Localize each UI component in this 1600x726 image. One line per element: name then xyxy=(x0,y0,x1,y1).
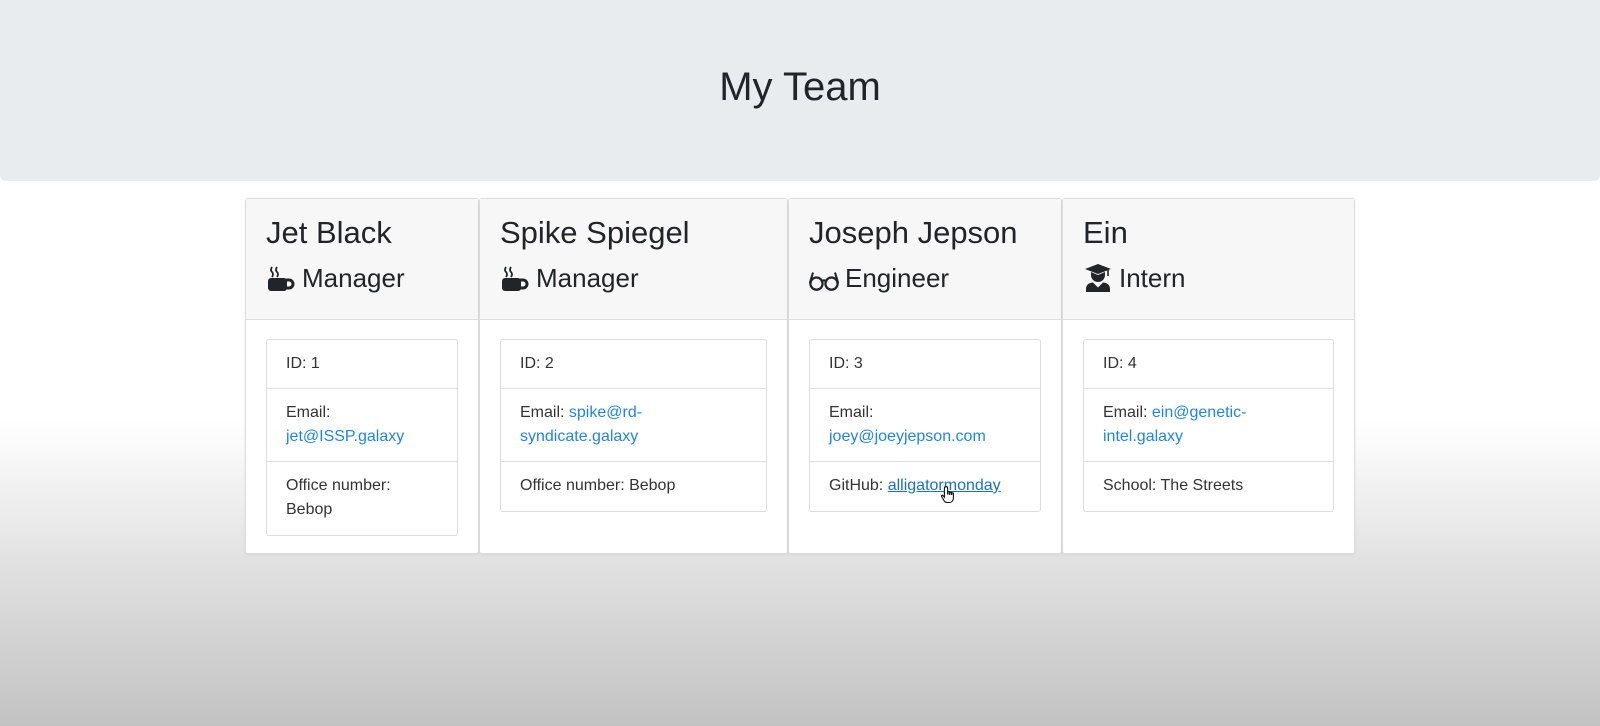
employee-name: Ein xyxy=(1083,215,1128,250)
email-label: Email: xyxy=(286,404,331,421)
employee-card: Spike Spiegel Manager ID: 2 Email: spike… xyxy=(479,198,788,554)
email-item: Email: jet@ISSP.galaxy xyxy=(267,389,457,462)
email-item: Email: joey@joeyjepson.com xyxy=(810,389,1040,462)
email-link[interactable]: jet@ISSP.galaxy xyxy=(286,428,404,445)
role-label: Manager xyxy=(302,263,405,293)
github-label: GitHub: xyxy=(829,477,884,494)
email-link-line2: intel.galaxy xyxy=(1103,428,1184,445)
employee-name: Jet Black xyxy=(266,215,392,250)
card-header: Spike Spiegel Manager xyxy=(480,199,787,320)
email-label: Email: xyxy=(520,404,565,421)
email-label: Email: xyxy=(1103,404,1148,421)
employee-role: Intern xyxy=(1083,260,1186,296)
details-list: ID: 4 Email: ein@genetic-intel.galaxy Sc… xyxy=(1083,339,1334,512)
id-text: ID: 1 xyxy=(286,355,320,372)
role-label: Manager xyxy=(536,263,639,293)
card-header: Joseph Jepson Engineer xyxy=(789,199,1061,320)
school-text: School: The Streets xyxy=(1103,477,1244,494)
role-label: Engineer xyxy=(845,263,950,293)
email-label: Email: xyxy=(829,404,874,421)
employee-role: Engineer xyxy=(809,260,949,296)
id-item: ID: 2 xyxy=(501,340,766,389)
user-graduate-icon xyxy=(1083,263,1113,293)
details-list: ID: 3 Email: joey@joeyjepson.com GitHub:… xyxy=(809,339,1041,512)
mug-hot-icon xyxy=(266,263,296,293)
email-link-line1: spike@rd- xyxy=(568,404,643,421)
employee-card: Jet Black Manager ID: 1 Email: jet@ISSP.… xyxy=(245,198,479,554)
employee-card: Ein Intern ID: 4 Email: ein@genetic-inte… xyxy=(1062,198,1355,554)
github-item: GitHub: alligatormonday xyxy=(810,462,1040,511)
office-item: Office number: Bebop xyxy=(267,462,457,535)
id-item: ID: 1 xyxy=(267,340,457,389)
mug-hot-icon xyxy=(500,263,530,293)
details-list: ID: 2 Email: spike@rd-syndicate.galaxy O… xyxy=(500,339,767,512)
email-link[interactable]: joey@joeyjepson.com xyxy=(829,428,986,445)
details-list: ID: 1 Email: jet@ISSP.galaxy Office numb… xyxy=(266,339,458,536)
card-header: Ein Intern xyxy=(1063,199,1354,320)
id-text: ID: 2 xyxy=(520,355,554,372)
employee-name: Joseph Jepson xyxy=(809,215,1018,250)
id-text: ID: 4 xyxy=(1103,355,1137,372)
office-text: Office number: Bebop xyxy=(520,477,676,494)
github-link[interactable]: alligatormonday xyxy=(888,477,1001,494)
id-text: ID: 3 xyxy=(829,355,863,372)
glasses-icon xyxy=(809,263,839,293)
employee-role: Manager xyxy=(266,260,405,296)
email-item: Email: ein@genetic-intel.galaxy xyxy=(1084,389,1333,462)
id-item: ID: 4 xyxy=(1084,340,1333,389)
role-label: Intern xyxy=(1119,263,1186,293)
employee-card: Joseph Jepson Engineer ID: 3 Email: joey… xyxy=(788,198,1062,554)
email-link-line1: ein@genetic- xyxy=(1151,404,1247,421)
email-link-line2: syndicate.galaxy xyxy=(520,428,639,445)
employee-name: Spike Spiegel xyxy=(500,215,690,250)
office-value: Bebop xyxy=(286,501,333,518)
office-item: Office number: Bebop xyxy=(501,462,766,511)
office-label: Office number: xyxy=(286,477,391,494)
id-item: ID: 3 xyxy=(810,340,1040,389)
page-title: My Team xyxy=(719,65,881,109)
email-item: Email: spike@rd-syndicate.galaxy xyxy=(501,389,766,462)
card-header: Jet Black Manager xyxy=(246,199,478,320)
employee-role: Manager xyxy=(500,260,639,296)
school-item: School: The Streets xyxy=(1084,462,1333,511)
page-header: My Team xyxy=(0,0,1600,181)
